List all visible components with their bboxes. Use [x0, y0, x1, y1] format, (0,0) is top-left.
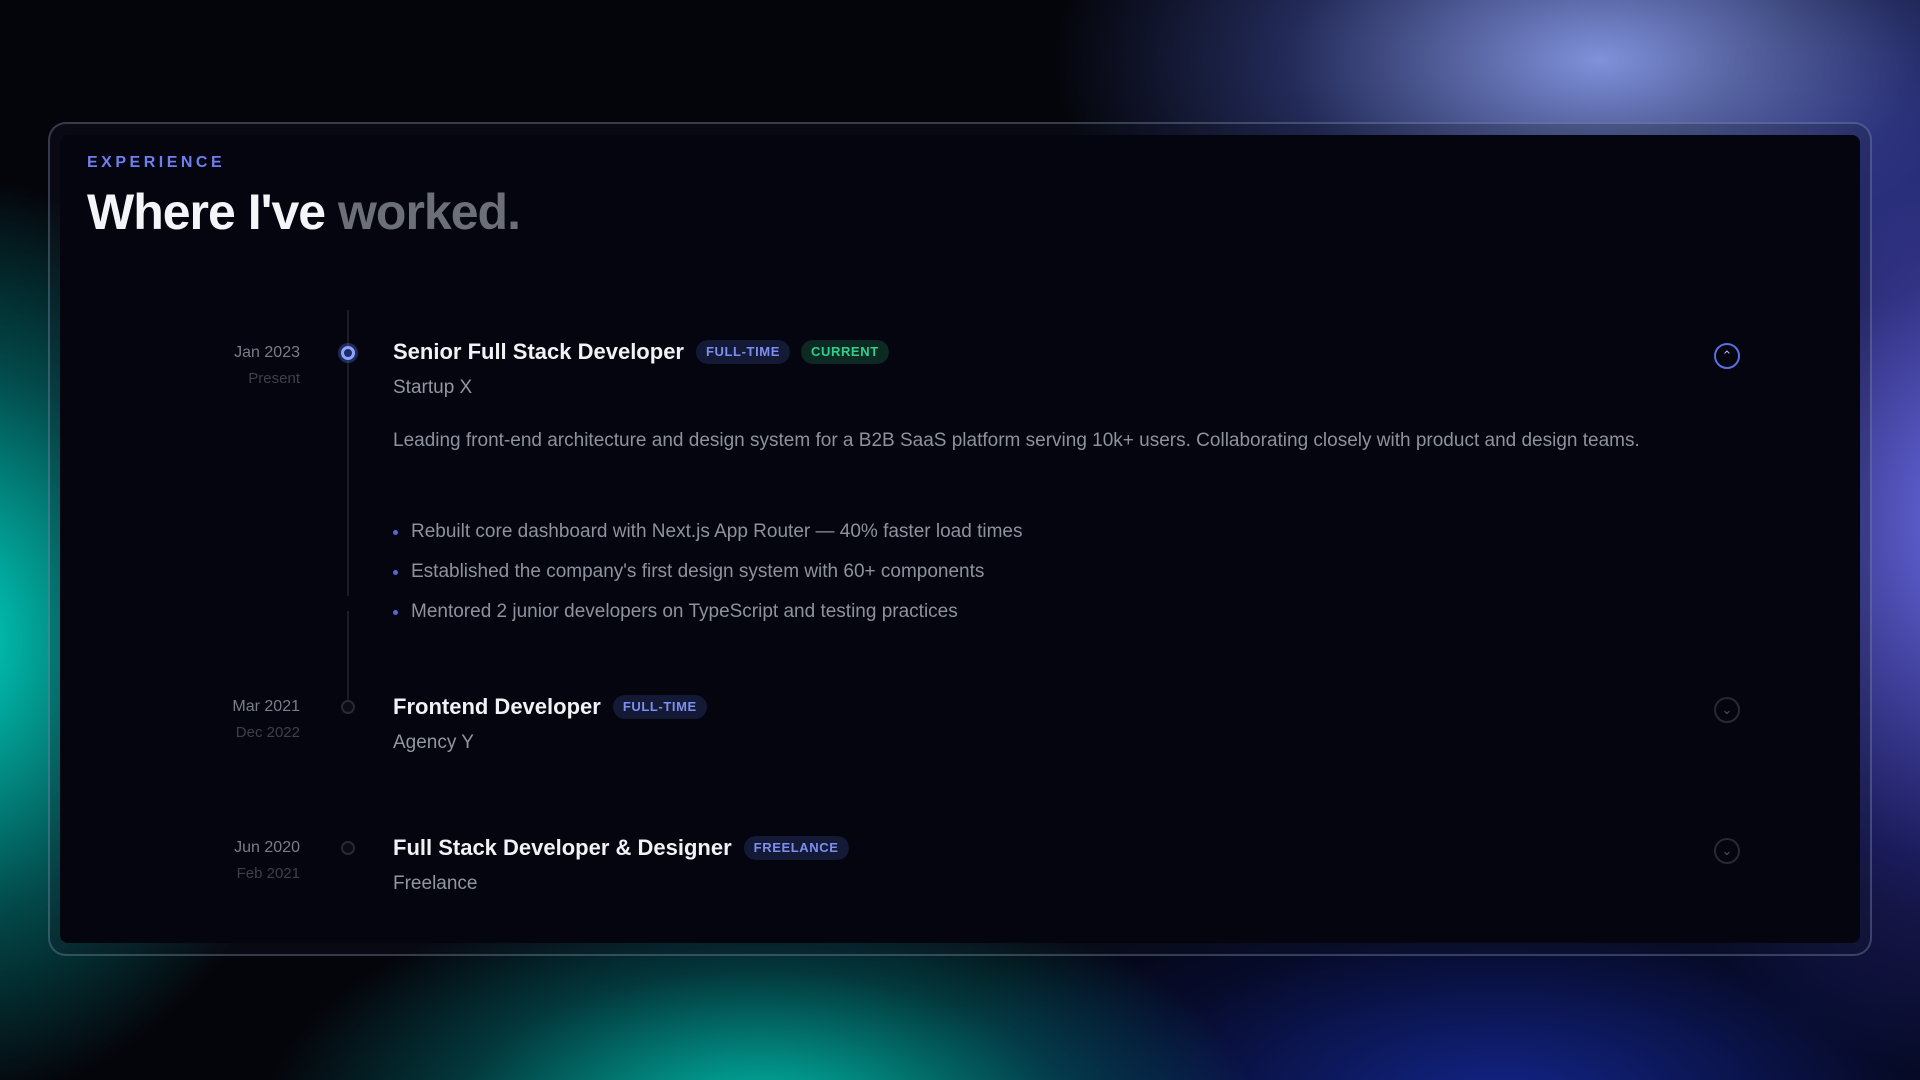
employment-type-badge: FREELANCE: [743, 836, 849, 860]
job-header: Frontend Developer FULL-TIME: [393, 694, 707, 720]
highlight-text: Mentored 2 junior developers on TypeScri…: [411, 601, 958, 622]
job-start-date: Jan 2023: [234, 344, 300, 361]
bullet-icon: [393, 609, 398, 615]
employment-type-badge: FULL-TIME: [695, 340, 790, 364]
section-eyebrow: EXPERIENCE: [87, 154, 226, 171]
job-header: Senior Full Stack Developer FULL-TIME CU…: [393, 339, 889, 365]
chevron-down-icon: ⌄: [1721, 843, 1733, 859]
job-company: Freelance: [393, 873, 478, 894]
job-description: Leading front-end architecture and desig…: [393, 430, 1640, 451]
chevron-down-icon: ⌄: [1721, 702, 1733, 718]
list-item: Rebuilt core dashboard with Next.js App …: [393, 512, 1022, 552]
chevron-up-icon: ⌃: [1721, 348, 1733, 364]
list-item: Established the company's first design s…: [393, 552, 1022, 592]
bullet-icon: [393, 529, 398, 535]
collapse-toggle-button[interactable]: ⌃: [1714, 343, 1740, 369]
section-title: Where I've worked.: [87, 183, 521, 241]
highlight-text: Established the company's first design s…: [411, 561, 985, 582]
job-title: Senior Full Stack Developer: [393, 339, 684, 364]
expand-toggle-button[interactable]: ⌄: [1714, 697, 1740, 723]
job-start-date: Mar 2021: [232, 698, 300, 715]
job-end-date: Present: [248, 370, 300, 387]
job-end-date: Dec 2022: [235, 724, 300, 741]
job-title: Frontend Developer: [393, 694, 601, 719]
experience-panel: EXPERIENCE Where I've worked. Jan 2023 P…: [60, 135, 1860, 943]
highlight-text: Rebuilt core dashboard with Next.js App …: [411, 521, 1023, 542]
timeline-line: [347, 611, 349, 711]
job-title: Full Stack Developer & Designer: [393, 835, 732, 860]
title-muted: worked.: [338, 184, 521, 240]
list-item: Mentored 2 junior developers on TypeScri…: [393, 592, 1022, 632]
job-end-date: Feb 2021: [236, 865, 300, 882]
job-header: Full Stack Developer & Designer FREELANC…: [393, 835, 849, 861]
expand-toggle-button[interactable]: ⌄: [1714, 838, 1740, 864]
timeline-dot: [341, 841, 355, 855]
timeline-dot-active: [341, 346, 355, 360]
current-badge: CURRENT: [800, 340, 889, 364]
bullet-icon: [393, 569, 398, 575]
job-company: Agency Y: [393, 732, 474, 753]
job-highlights: Rebuilt core dashboard with Next.js App …: [393, 512, 1022, 632]
title-main: Where I've: [87, 184, 326, 240]
job-start-date: Jun 2020: [234, 839, 300, 856]
job-company: Startup X: [393, 377, 473, 398]
timeline-dot: [341, 700, 355, 714]
employment-type-badge: FULL-TIME: [612, 695, 707, 719]
